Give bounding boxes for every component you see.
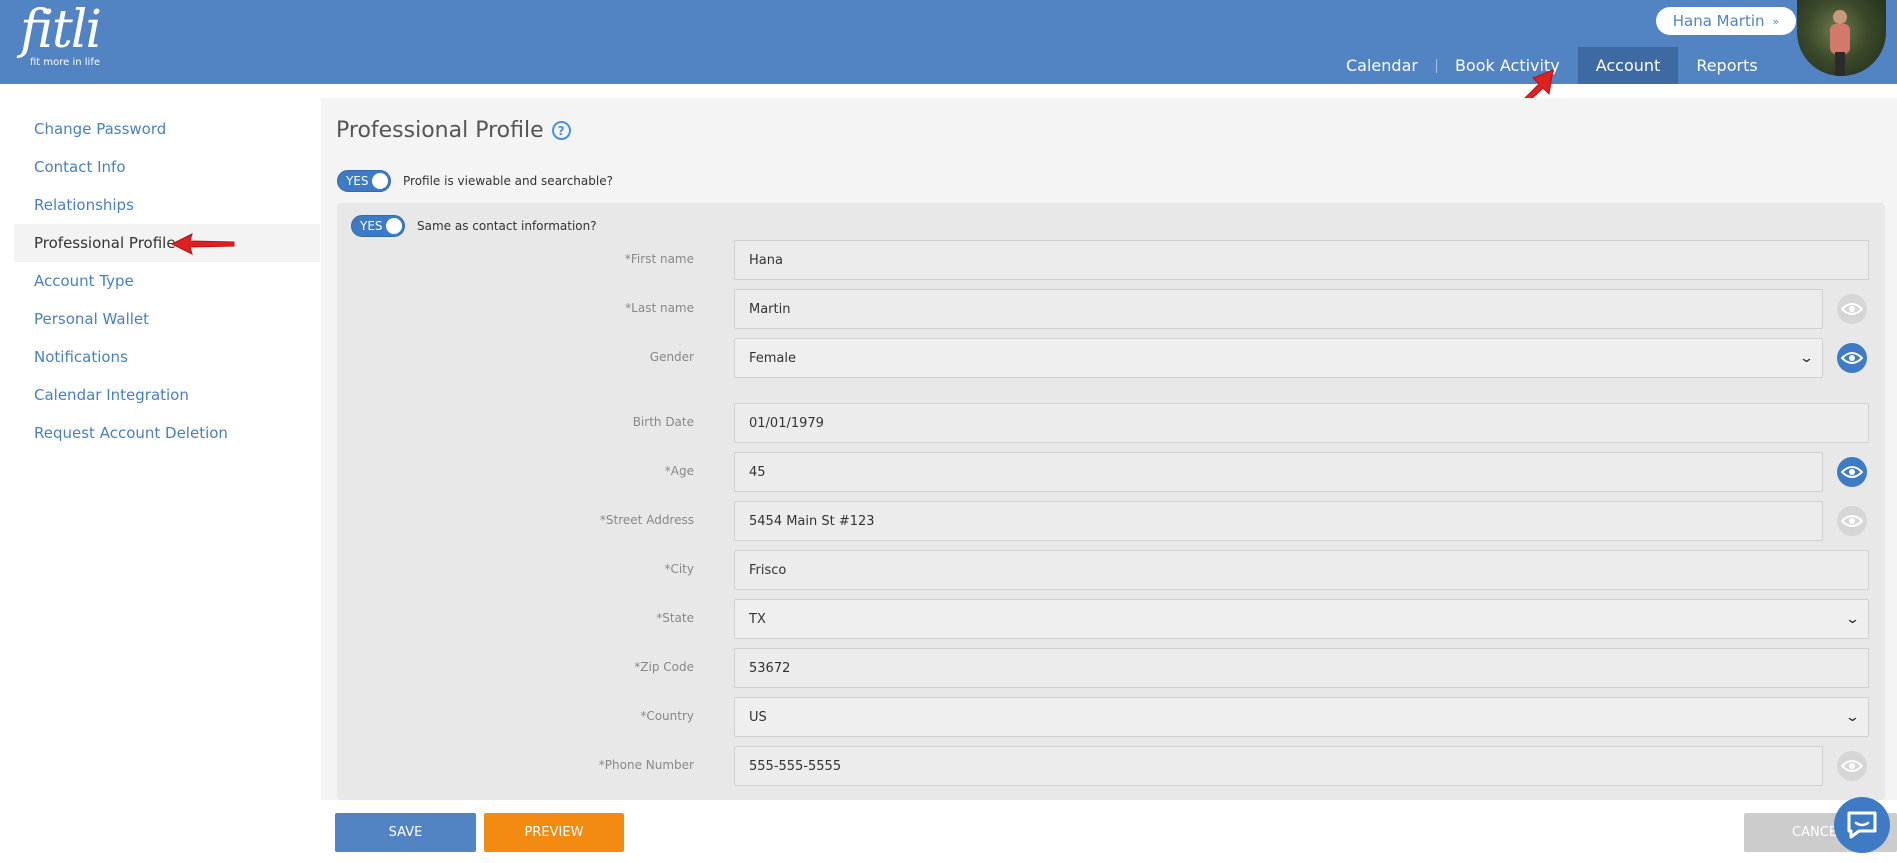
country-label: *Country bbox=[640, 709, 694, 723]
phone-number-label: *Phone Number bbox=[598, 758, 694, 772]
same-contact-toggle-label: Same as contact information? bbox=[417, 219, 597, 233]
avatar[interactable] bbox=[1797, 0, 1886, 76]
sidebar-item-account-type[interactable]: Account Type bbox=[14, 262, 320, 300]
viewable-toggle-row: YES Profile is viewable and searchable? bbox=[337, 170, 613, 192]
nav-account[interactable]: Account bbox=[1577, 47, 1679, 84]
birth-date-value: 01/01/1979 bbox=[749, 415, 824, 431]
sidebar-item-contact-info[interactable]: Contact Info bbox=[14, 148, 320, 186]
save-button[interactable]: SAVE bbox=[335, 813, 476, 852]
phone-number-value: 555-555-5555 bbox=[749, 758, 842, 774]
birth-date-label: Birth Date bbox=[632, 415, 694, 429]
street-address-field[interactable]: 5454 Main St #123 bbox=[734, 501, 1823, 541]
last-name-field[interactable]: Martin bbox=[734, 289, 1823, 329]
logo-tagline: fit more in life bbox=[30, 57, 101, 68]
country-select[interactable]: US ⌄ bbox=[734, 697, 1869, 737]
gender-value: Female bbox=[749, 350, 797, 366]
viewable-toggle-label: Profile is viewable and searchable? bbox=[403, 174, 613, 188]
sidebar-item-request-account-deletion[interactable]: Request Account Deletion bbox=[14, 414, 320, 452]
age-field[interactable]: 45 bbox=[734, 452, 1823, 492]
zip-code-value: 53672 bbox=[749, 660, 791, 676]
chevron-down-icon: ⌄ bbox=[1844, 709, 1861, 725]
first-name-value: Hana bbox=[749, 252, 783, 268]
first-name-field[interactable]: Hana bbox=[734, 240, 1869, 280]
sidebar-item-professional-profile[interactable]: Professional Profile bbox=[14, 224, 320, 262]
last-name-value: Martin bbox=[749, 301, 791, 317]
sidebar-item-calendar-integration[interactable]: Calendar Integration bbox=[14, 376, 320, 414]
viewable-toggle[interactable]: YES bbox=[337, 170, 391, 192]
preview-button[interactable]: PREVIEW bbox=[484, 813, 624, 852]
street-address-value: 5454 Main St #123 bbox=[749, 513, 875, 529]
city-value: Frisco bbox=[749, 562, 787, 578]
state-select[interactable]: TX ⌄ bbox=[734, 599, 1869, 639]
city-label: *City bbox=[664, 562, 694, 576]
page-title-text: Professional Profile bbox=[336, 118, 544, 143]
phone-number-field[interactable]: 555-555-5555 bbox=[734, 746, 1823, 786]
main-content: Professional Profile ? YES Profile is vi… bbox=[321, 98, 1897, 800]
user-menu-button[interactable]: Hana Martin » bbox=[1656, 7, 1796, 35]
top-header: fitli fit more in life Hana Martin » Cal… bbox=[0, 0, 1897, 84]
logo-wordmark: fitli bbox=[20, 0, 102, 60]
visibility-toggle-eye-icon[interactable] bbox=[1837, 294, 1867, 324]
city-field[interactable]: Frisco bbox=[734, 550, 1869, 590]
sidebar-item-relationships[interactable]: Relationships bbox=[14, 186, 320, 224]
gender-label: Gender bbox=[649, 350, 694, 364]
sidebar-item-personal-wallet[interactable]: Personal Wallet bbox=[14, 300, 320, 338]
age-value: 45 bbox=[749, 464, 766, 480]
page-title: Professional Profile ? bbox=[336, 118, 571, 143]
sidebar-item-notifications[interactable]: Notifications bbox=[14, 338, 320, 376]
sidebar-item-change-password[interactable]: Change Password bbox=[14, 110, 320, 148]
fitli-logo[interactable]: fitli fit more in life bbox=[14, 0, 104, 70]
account-sidebar: Change Password Contact Info Relationshi… bbox=[14, 110, 320, 452]
visibility-toggle-eye-icon[interactable] bbox=[1837, 343, 1867, 373]
toggle-state: YES bbox=[346, 174, 369, 188]
visibility-toggle-eye-icon[interactable] bbox=[1837, 751, 1867, 781]
nav-reports[interactable]: Reports bbox=[1678, 47, 1775, 84]
visibility-toggle-eye-icon[interactable] bbox=[1837, 457, 1867, 487]
help-icon[interactable]: ? bbox=[551, 121, 571, 140]
zip-code-field[interactable]: 53672 bbox=[734, 648, 1869, 688]
birth-date-field[interactable]: 01/01/1979 bbox=[734, 403, 1869, 443]
street-address-label: *Street Address bbox=[599, 513, 694, 527]
first-name-label: *First name bbox=[624, 252, 694, 266]
same-contact-toggle[interactable]: YES bbox=[351, 215, 405, 237]
nav-calendar[interactable]: Calendar bbox=[1328, 47, 1436, 84]
annotation-arrow-icon bbox=[170, 233, 235, 255]
gender-select[interactable]: Female ⌄ bbox=[734, 338, 1823, 378]
zip-code-label: *Zip Code bbox=[634, 660, 694, 674]
last-name-label: *Last name bbox=[625, 301, 694, 315]
same-contact-toggle-row: YES Same as contact information? bbox=[351, 215, 597, 237]
visibility-toggle-eye-icon[interactable] bbox=[1837, 506, 1867, 536]
country-value: US bbox=[749, 709, 767, 725]
profile-form-panel: YES Same as contact information? *First … bbox=[337, 203, 1885, 800]
toggle-state: YES bbox=[360, 219, 383, 233]
chevron-down-icon: ⌄ bbox=[1844, 611, 1861, 627]
chevron-down-icon: » bbox=[1772, 14, 1780, 28]
chevron-down-icon: ⌄ bbox=[1798, 350, 1815, 366]
chat-icon[interactable] bbox=[1834, 797, 1890, 853]
user-name: Hana Martin bbox=[1672, 12, 1765, 30]
state-value: TX bbox=[749, 611, 766, 627]
state-label: *State bbox=[656, 611, 694, 625]
age-label: *Age bbox=[664, 464, 694, 478]
